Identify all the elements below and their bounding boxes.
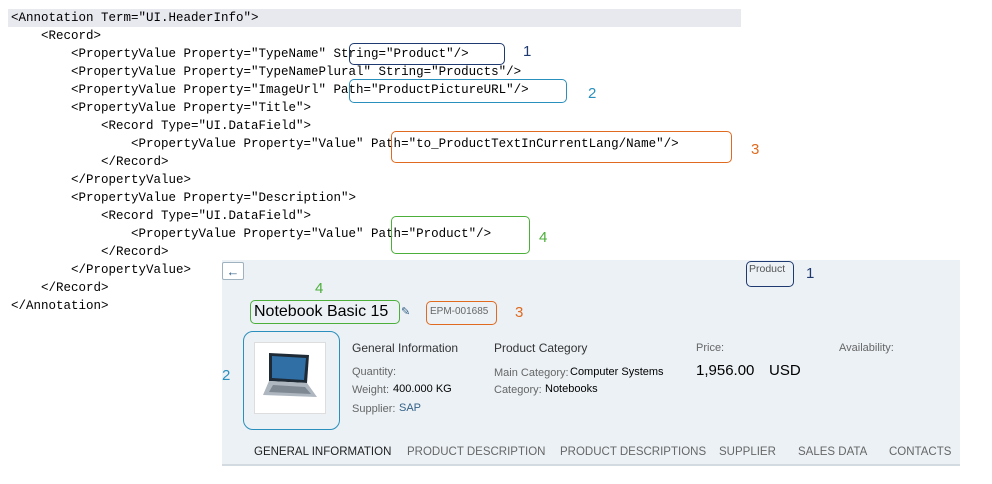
callout-number-1: 1 — [523, 43, 532, 60]
availability-label: Availability: — [839, 342, 894, 354]
callout-box-title — [391, 131, 732, 163]
code-line: </PropertyValue> — [11, 263, 192, 277]
callout-box-app-id — [426, 301, 497, 325]
general-info-heading: General Information — [352, 341, 459, 355]
product-category-heading: Product Category — [494, 341, 588, 355]
callout-number-4: 4 — [315, 280, 324, 297]
callout-box-imageurl — [349, 79, 567, 103]
weight-label: Weight: — [352, 384, 390, 396]
code-line: <Record> — [11, 29, 102, 43]
code-line: <PropertyValue Property="Description"> — [11, 191, 357, 205]
callout-number-2: 2 — [588, 85, 597, 102]
price-currency: USD — [769, 362, 801, 379]
code-line: <Record Type="UI.DataField"> — [11, 209, 312, 223]
code-line: <PropertyValue Property="Title"> — [11, 101, 312, 115]
arrow-left-icon: ← — [226, 263, 240, 279]
back-button[interactable]: ← — [222, 262, 244, 280]
callout-box-app-typename — [746, 261, 794, 287]
tab-product-description[interactable]: PRODUCT DESCRIPTION — [407, 446, 545, 458]
code-line: </Annotation> — [11, 299, 109, 313]
callout-box-description — [391, 216, 530, 254]
price-label: Price: — [696, 342, 725, 354]
callout-number-4: 4 — [539, 229, 548, 246]
code-line: <Record Type="UI.DataField"> — [11, 119, 312, 133]
weight-value: 400.000 KG — [393, 383, 452, 395]
tab-general-information[interactable]: GENERAL INFORMATION — [254, 446, 391, 458]
price-value: 1,956.00 — [696, 362, 755, 379]
code-line: </Record> — [11, 155, 169, 169]
callout-number-1: 1 — [806, 265, 815, 282]
category-label: Category: — [494, 384, 542, 396]
edit-icon[interactable]: ✎ — [401, 305, 410, 318]
code-line: </Record> — [11, 281, 109, 295]
main-category-label: Main Category: — [494, 367, 569, 379]
laptop-icon — [263, 353, 317, 397]
supplier-link[interactable]: SAP — [399, 402, 421, 414]
code-line: <Annotation Term="UI.HeaderInfo"> — [11, 11, 259, 25]
code-line: </PropertyValue> — [11, 173, 192, 187]
category-value: Notebooks — [545, 383, 598, 395]
code-line: </Record> — [11, 245, 169, 259]
callout-number-3: 3 — [515, 304, 524, 321]
callout-box-typename — [349, 43, 505, 65]
tab-contacts[interactable]: CONTACTS — [889, 446, 951, 458]
main-category-value: Computer Systems — [570, 366, 664, 378]
tab-supplier[interactable]: SUPPLIER — [719, 446, 776, 458]
product-image — [254, 342, 326, 414]
callout-number-3: 3 — [751, 141, 760, 158]
quantity-label: Quantity: — [352, 366, 397, 378]
tab-bar-underline — [222, 464, 960, 466]
supplier-label: Supplier: — [352, 403, 396, 415]
callout-number-2: 2 — [222, 367, 231, 384]
tab-product-descriptions[interactable]: PRODUCT DESCRIPTIONS — [560, 446, 706, 458]
tab-sales-data[interactable]: SALES DATA — [798, 446, 867, 458]
callout-box-app-title — [250, 300, 400, 324]
